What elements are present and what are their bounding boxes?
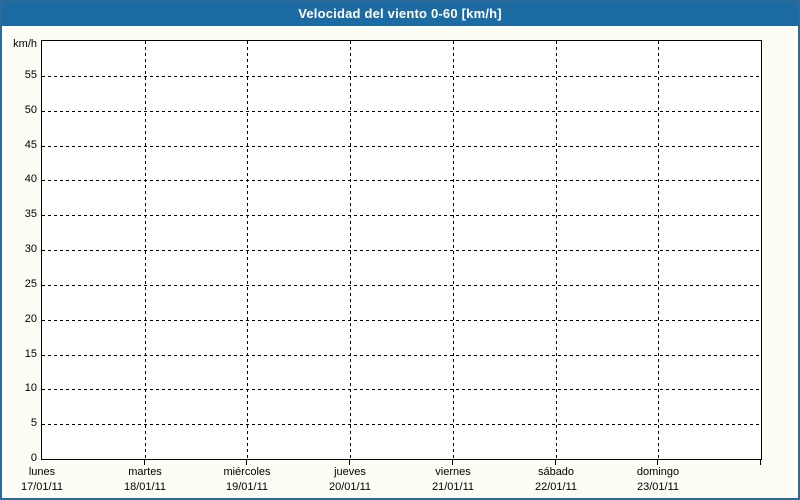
- x-day-date: 18/01/11: [123, 481, 166, 493]
- y-tick-label: 45: [24, 139, 37, 151]
- h-gridline: [42, 215, 761, 216]
- chart-window: Velocidad del viento 0-60 [km/h] km/h 0 5…: [0, 0, 800, 500]
- y-tick-label: 20: [24, 313, 37, 325]
- v-gridline: [453, 41, 454, 459]
- h-gridline: [42, 146, 761, 147]
- x-day-date: 21/01/11: [431, 481, 474, 493]
- v-gridline: [247, 41, 248, 459]
- x-day-name: jueves: [334, 466, 366, 478]
- h-gridline: [42, 180, 761, 181]
- x-day-date: 23/01/11: [636, 481, 679, 493]
- plot-area: [41, 40, 762, 460]
- h-gridline: [42, 111, 761, 112]
- y-tick-label: 15: [24, 348, 37, 360]
- x-day-name: martes: [128, 466, 162, 478]
- x-day-label: martes 18/01/11: [90, 465, 200, 495]
- y-tick-label: 50: [24, 104, 37, 116]
- x-day-label: miércoles 19/01/11: [192, 465, 302, 495]
- x-day-name: miércoles: [223, 466, 271, 478]
- x-day-name: lunes: [28, 466, 56, 478]
- y-tick-label: 55: [24, 69, 37, 81]
- h-gridline: [42, 76, 761, 77]
- y-tick-label: 35: [24, 208, 37, 220]
- x-day-date: 22/01/11: [534, 481, 577, 493]
- x-day-name: sábado: [537, 466, 575, 478]
- x-day-date: 20/01/11: [328, 481, 371, 493]
- y-tick-label: 40: [24, 173, 37, 185]
- h-gridline: [42, 320, 761, 321]
- x-day-label: lunes 17/01/11: [2, 465, 97, 495]
- chart-title-bar: Velocidad del viento 0-60 [km/h]: [2, 2, 798, 26]
- y-axis-unit-label: km/h: [13, 38, 37, 50]
- y-tick-label: 10: [24, 382, 37, 394]
- x-day-name: domingo: [636, 466, 680, 478]
- h-gridline: [42, 424, 761, 425]
- h-gridline: [42, 250, 761, 251]
- y-tick-label: 0: [30, 452, 37, 464]
- chart-title: Velocidad del viento 0-60 [km/h]: [298, 6, 502, 21]
- x-day-label: jueves 20/01/11: [295, 465, 405, 495]
- x-day-date: 19/01/11: [225, 481, 268, 493]
- y-tick-label: 30: [24, 243, 37, 255]
- x-day-name: viernes: [435, 466, 471, 478]
- y-tick-label: 5: [30, 417, 37, 429]
- h-gridline: [42, 355, 761, 356]
- h-gridline: [42, 389, 761, 390]
- x-day-label: domingo 23/01/11: [603, 465, 713, 495]
- v-gridline: [658, 41, 659, 459]
- x-day-label: viernes 21/01/11: [398, 465, 508, 495]
- v-gridline: [350, 41, 351, 459]
- v-gridline: [145, 41, 146, 459]
- h-gridline: [42, 285, 761, 286]
- x-tick-mark: [760, 460, 761, 465]
- y-tick-label: 25: [24, 278, 37, 290]
- x-day-date: 17/01/11: [20, 481, 63, 493]
- x-day-label: sábado 22/01/11: [501, 465, 611, 495]
- v-gridline: [556, 41, 557, 459]
